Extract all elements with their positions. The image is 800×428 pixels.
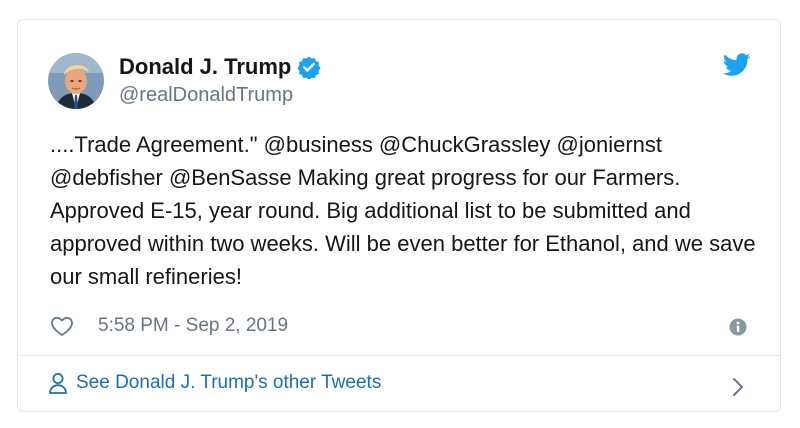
twitter-bird-icon[interactable] <box>722 53 751 77</box>
chevron-right-icon[interactable] <box>730 376 746 398</box>
tweet-timestamp[interactable]: 5:58 PM - Sep 2, 2019 <box>98 315 288 337</box>
footer-divider <box>18 355 780 356</box>
tweet-meta: 5:58 PM - Sep 2, 2019 <box>50 314 288 338</box>
author-handle[interactable]: @realDonaldTrump <box>119 84 293 107</box>
heart-icon[interactable] <box>50 314 74 338</box>
see-other-tweets-link[interactable]: See Donald J. Trump's other Tweets <box>76 372 381 394</box>
verified-badge-icon <box>297 55 321 79</box>
author-row: Donald J. Trump <box>119 54 321 80</box>
info-icon[interactable] <box>729 318 747 336</box>
tweet-text: ....Trade Agreement." @business @ChuckGr… <box>50 132 756 289</box>
embedded-tweet-card: Donald J. Trump @realDonaldTrump ....Tra… <box>17 19 781 412</box>
footer-link-row[interactable]: See Donald J. Trump's other Tweets <box>48 372 381 394</box>
author-name[interactable]: Donald J. Trump <box>119 54 291 80</box>
avatar[interactable] <box>48 53 104 109</box>
person-icon <box>48 372 68 394</box>
